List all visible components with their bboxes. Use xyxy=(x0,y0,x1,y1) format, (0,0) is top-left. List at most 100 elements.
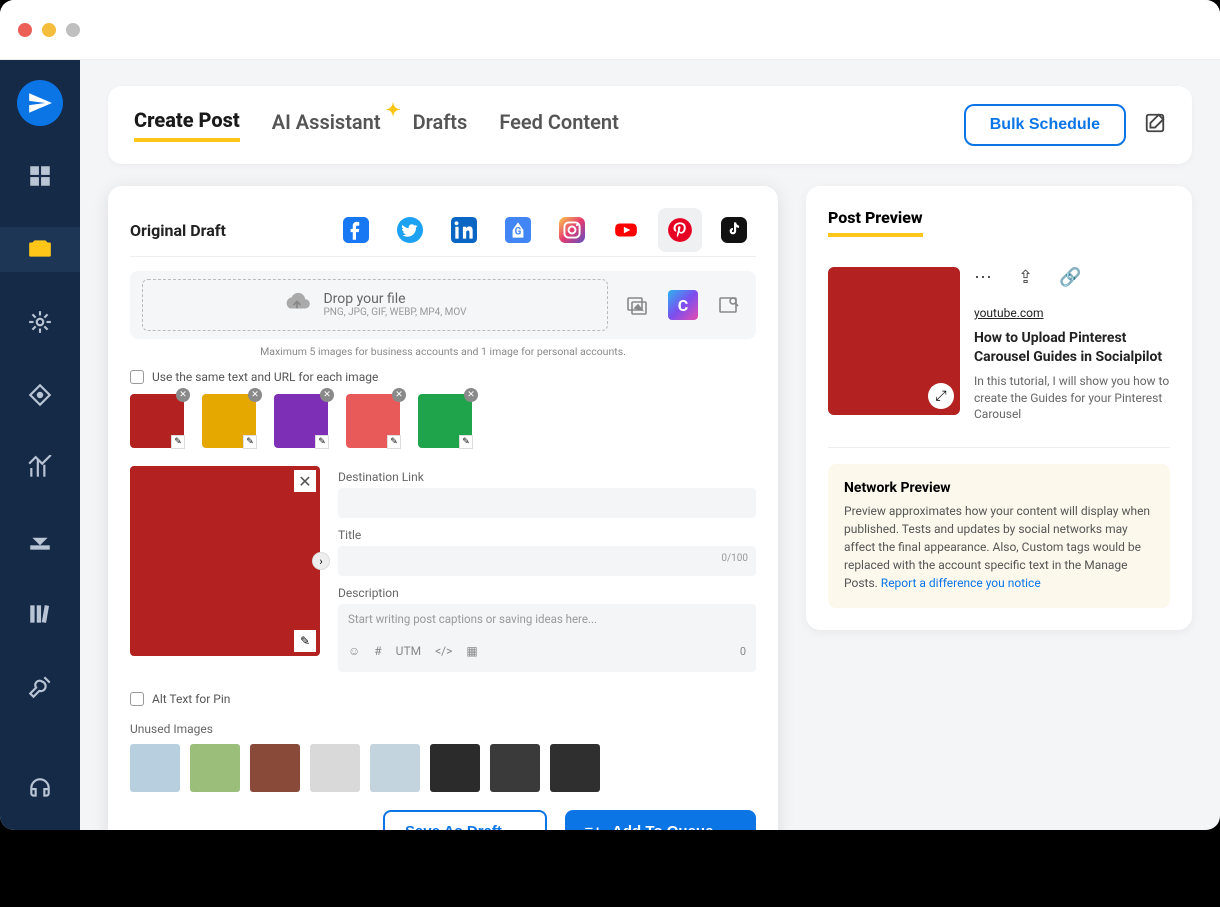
divider xyxy=(828,447,1170,448)
unused-thumb[interactable] xyxy=(190,744,240,792)
remove-icon[interactable]: ✕ xyxy=(248,388,262,402)
add-to-queue-button[interactable]: ≡+Add To Queue⌄ xyxy=(565,810,756,830)
sidebar-item-dashboard[interactable] xyxy=(0,154,80,199)
network-youtube[interactable] xyxy=(604,208,648,252)
network-preview-note: Network Preview Preview approximates how… xyxy=(828,464,1170,608)
preview-image: ⤢ xyxy=(828,267,960,415)
image-thumb-4[interactable]: ✕✎ xyxy=(346,394,400,448)
unused-thumb[interactable] xyxy=(430,744,480,792)
template-icon[interactable]: ▦ xyxy=(466,644,477,658)
network-google[interactable]: G xyxy=(496,208,540,252)
sidebar-item-target[interactable] xyxy=(0,373,80,418)
sidebar-item-tools[interactable] xyxy=(0,664,80,709)
alt-text-checkbox[interactable] xyxy=(130,692,144,706)
unused-images-label: Unused Images xyxy=(130,722,756,736)
sidebar-item-library[interactable] xyxy=(0,591,80,636)
description-label: Description xyxy=(338,586,756,600)
edit-icon[interactable]: ✎ xyxy=(171,435,185,449)
image-thumb-3[interactable]: ✕✎ xyxy=(274,394,328,448)
network-pinterest[interactable] xyxy=(658,208,702,252)
edit-icon[interactable]: ✎ xyxy=(243,435,257,449)
sidebar-item-posts[interactable] xyxy=(0,227,80,272)
tab-drafts[interactable]: Drafts xyxy=(413,110,468,140)
tab-feed-content[interactable]: Feed Content xyxy=(499,110,618,140)
network-instagram[interactable] xyxy=(550,208,594,252)
unused-thumb[interactable] xyxy=(490,744,540,792)
close-window-dot[interactable] xyxy=(18,23,32,37)
edit-large-icon[interactable]: ✎ xyxy=(294,630,316,652)
file-drop-zone[interactable]: Drop your file PNG, JPG, GIF, WEBP, MP4,… xyxy=(142,279,608,331)
remove-icon[interactable]: ✕ xyxy=(176,388,190,402)
next-image-arrow[interactable]: › xyxy=(312,552,330,570)
utm-button[interactable]: UTM xyxy=(396,644,421,658)
title-input[interactable] xyxy=(338,546,756,576)
upload-note: Maximum 5 images for business accounts a… xyxy=(130,345,756,358)
more-icon[interactable]: ⋯ xyxy=(974,267,992,288)
network-linkedin[interactable] xyxy=(442,208,486,252)
compose-icon[interactable] xyxy=(1144,112,1166,138)
code-icon[interactable]: </> xyxy=(435,644,452,658)
minimize-window-dot[interactable] xyxy=(42,23,56,37)
edit-icon[interactable]: ✎ xyxy=(459,435,473,449)
queue-icon: ≡+ xyxy=(585,823,603,831)
post-editor-card: Original Draft G xyxy=(108,186,778,830)
link-icon[interactable]: 🔗 xyxy=(1059,267,1081,288)
network-tiktok[interactable] xyxy=(712,208,756,252)
selected-images-row: ✕✎ ✕✎ ✕✎ ✕✎ ✕✎ xyxy=(130,394,756,448)
tab-create-post[interactable]: Create Post xyxy=(134,108,240,142)
remove-icon[interactable]: ✕ xyxy=(464,388,478,402)
save-as-draft-button[interactable]: Save As Draft ⌄ xyxy=(383,810,547,830)
edit-icon[interactable]: ✎ xyxy=(387,435,401,449)
sidebar-item-support[interactable] xyxy=(0,765,80,810)
svg-text:G: G xyxy=(515,226,522,237)
window-titlebar xyxy=(0,0,1220,60)
preview-source-link[interactable]: youtube.com xyxy=(974,306,1044,320)
unused-thumb[interactable] xyxy=(550,744,600,792)
save-draft-label: Save As Draft xyxy=(405,823,502,831)
remove-icon[interactable]: ✕ xyxy=(320,388,334,402)
selected-image-large[interactable]: ✕ ✎ › xyxy=(130,466,320,656)
network-twitter[interactable] xyxy=(388,208,432,252)
network-facebook[interactable] xyxy=(334,208,378,252)
edit-icon[interactable]: ✎ xyxy=(315,435,329,449)
unused-thumb[interactable] xyxy=(310,744,360,792)
app-logo[interactable] xyxy=(0,80,80,126)
share-icon[interactable]: ⇪ xyxy=(1018,267,1033,288)
canva-icon[interactable]: C xyxy=(668,290,698,320)
zoom-icon[interactable]: ⤢ xyxy=(928,383,954,409)
top-tabs-card: Create Post AI Assistant✦ Drafts Feed Co… xyxy=(108,86,1192,164)
unused-thumb[interactable] xyxy=(130,744,180,792)
image-thumb-5[interactable]: ✕✎ xyxy=(418,394,472,448)
tab-ai-assistant[interactable]: AI Assistant✦ xyxy=(272,110,381,140)
sidebar-item-inbox[interactable] xyxy=(0,518,80,563)
destination-link-label: Destination Link xyxy=(338,470,756,484)
description-char-count: 0 xyxy=(740,645,746,658)
chevron-down-icon: ⌄ xyxy=(512,822,525,830)
sparkle-icon: ✦ xyxy=(385,100,400,121)
media-gallery-icon[interactable] xyxy=(622,290,652,320)
original-draft-label: Original Draft xyxy=(130,221,226,240)
preview-title: How to Upload Pinterest Carousel Guides … xyxy=(974,329,1170,367)
same-text-checkbox[interactable] xyxy=(130,370,144,384)
description-input[interactable]: Start writing post captions or saving id… xyxy=(338,604,756,672)
preview-description: In this tutorial, I will show you how to… xyxy=(974,373,1170,423)
hashtag-icon[interactable]: # xyxy=(374,644,381,658)
maximize-window-dot[interactable] xyxy=(66,23,80,37)
sidebar-item-connections[interactable] xyxy=(0,300,80,345)
remove-large-icon[interactable]: ✕ xyxy=(294,470,316,492)
unused-thumb[interactable] xyxy=(370,744,420,792)
report-difference-link[interactable]: Report a difference you notice xyxy=(881,576,1041,590)
remove-icon[interactable]: ✕ xyxy=(392,388,406,402)
bulk-schedule-button[interactable]: Bulk Schedule xyxy=(964,104,1126,146)
post-preview-card: Post Preview ⤢ ⋯ ⇪ 🔗 youtube.com xyxy=(806,186,1192,630)
title-char-count: 0/100 xyxy=(721,553,748,564)
image-search-icon[interactable] xyxy=(714,290,744,320)
image-thumb-2[interactable]: ✕✎ xyxy=(202,394,256,448)
unused-thumb[interactable] xyxy=(250,744,300,792)
sidebar-item-analytics[interactable] xyxy=(0,446,80,491)
note-title: Network Preview xyxy=(844,480,1154,496)
emoji-icon[interactable]: ☺ xyxy=(348,644,360,658)
image-thumb-1[interactable]: ✕✎ xyxy=(130,394,184,448)
sidebar xyxy=(0,60,80,830)
destination-link-input[interactable] xyxy=(338,488,756,518)
